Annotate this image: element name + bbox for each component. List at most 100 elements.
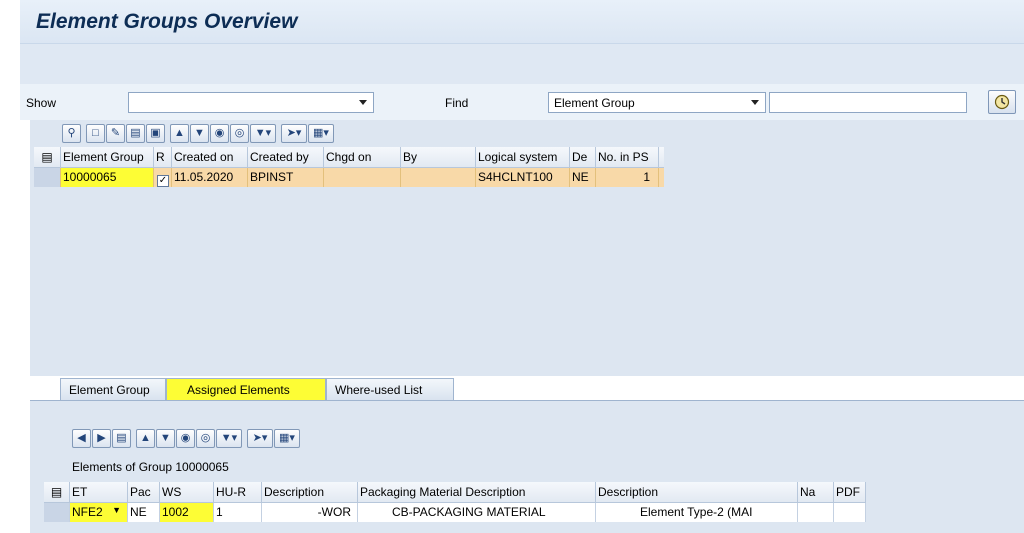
show-dropdown[interactable]: [128, 92, 374, 113]
find-next-button[interactable]: ◎: [230, 124, 249, 143]
tab-element-group[interactable]: Element Group: [60, 378, 166, 400]
col-chgd-on[interactable]: Chgd on: [324, 147, 401, 167]
binoculars-next-icon: ◎: [200, 432, 211, 444]
chevron-down-icon: [751, 100, 759, 105]
arrow-left-icon: ◀: [77, 432, 86, 444]
export-icon: ➤▾: [252, 432, 268, 444]
col-created-by[interactable]: Created by: [248, 147, 324, 167]
create-button[interactable]: □: [86, 124, 105, 143]
col-no-in-ps[interactable]: No. in PS: [596, 147, 659, 167]
cell-et-value: NFE2: [72, 505, 103, 519]
find-dropdown[interactable]: Element Group: [548, 92, 766, 113]
sort-descending-icon: ▼: [160, 432, 171, 444]
cell-logical-system[interactable]: S4HCLNT100: [476, 168, 570, 187]
select-all-icon[interactable]: ▤: [44, 482, 70, 502]
binoculars-icon: ◉: [214, 127, 225, 139]
element-group-grid: ▤ Element Group R Created on Created by …: [34, 147, 664, 187]
col-de[interactable]: De: [570, 147, 596, 167]
find-next-button[interactable]: ◎: [196, 429, 215, 448]
chevron-down-icon: [359, 100, 367, 105]
cell-created-on[interactable]: 11.05.2020: [172, 168, 248, 187]
filter-button[interactable]: ▼▾: [250, 124, 276, 143]
table-row[interactable]: 10000065 ✓ 11.05.2020 BPINST S4HCLNT100 …: [34, 168, 664, 187]
col-pac[interactable]: Pac: [128, 482, 160, 502]
cell-no-in-ps[interactable]: 1: [596, 168, 659, 187]
tab-where-used-list[interactable]: Where-used List: [326, 378, 454, 400]
export-button[interactable]: ➤▾: [247, 429, 273, 448]
row-selector[interactable]: [34, 168, 61, 187]
col-na[interactable]: Na: [798, 482, 834, 502]
find-label: Find: [445, 96, 469, 110]
cell-description[interactable]: -WOR: [262, 503, 358, 522]
table-row[interactable]: NFE2 ▼ NE 1002 1 -WOR CB-PACKAGING MATER…: [44, 503, 866, 522]
cell-et[interactable]: NFE2 ▼: [70, 503, 128, 522]
col-logical-system[interactable]: Logical system: [476, 147, 570, 167]
sort-ascending-button[interactable]: ▲: [136, 429, 155, 448]
chevron-down-icon[interactable]: ▼: [112, 505, 121, 515]
binoculars-icon: ◉: [180, 432, 191, 444]
filter-icon: ▼▾: [220, 432, 238, 444]
row-selector[interactable]: [44, 503, 70, 522]
save-icon: ▣: [150, 127, 161, 139]
cell-element-group[interactable]: 10000065: [61, 168, 154, 187]
col-description[interactable]: Description: [262, 482, 358, 502]
layout-button[interactable]: ▦▾: [308, 124, 334, 143]
col-et[interactable]: ET: [70, 482, 128, 502]
find-input[interactable]: [769, 92, 967, 113]
col-hu-r[interactable]: HU-R: [214, 482, 262, 502]
col-by[interactable]: By: [401, 147, 476, 167]
delete-button[interactable]: ▤: [126, 124, 145, 143]
export-button[interactable]: ➤▾: [281, 124, 307, 143]
checkbox-icon: ✓: [157, 175, 169, 187]
elements-toolbar: ◀ ▶ ▤ ▲ ▼ ◉ ◎ ▼▾ ➤▾ ▦▾: [72, 428, 301, 449]
cell-by[interactable]: [401, 168, 476, 187]
col-packaging-material-description[interactable]: Packaging Material Description: [358, 482, 596, 502]
magnifier-icon: ⚲: [67, 127, 76, 139]
col-r[interactable]: R: [154, 147, 172, 167]
new-document-icon: □: [92, 127, 99, 139]
col-ws[interactable]: WS: [160, 482, 214, 502]
sort-descending-button[interactable]: ▼: [190, 124, 209, 143]
select-all-icon[interactable]: ▤: [34, 147, 61, 167]
next-button[interactable]: ▶: [92, 429, 111, 448]
details-button[interactable]: ⚲: [62, 124, 81, 143]
previous-button[interactable]: ◀: [72, 429, 91, 448]
cell-pdf[interactable]: [834, 503, 866, 522]
change-button[interactable]: ✎: [106, 124, 125, 143]
cell-hu-r[interactable]: 1: [214, 503, 262, 522]
col-pdf[interactable]: PDF: [834, 482, 866, 502]
tab-assigned-elements[interactable]: Assigned Elements: [166, 378, 326, 400]
cell-pac[interactable]: NE: [128, 503, 160, 522]
grid-toolbar: ⚲ □ ✎ ▤ ▣ ▲ ▼ ◉ ◎ ▼▾ ➤▾ ▦▾: [62, 123, 335, 144]
cell-packaging-material-description[interactable]: CB-PACKAGING MATERIAL: [358, 503, 596, 522]
cell-chgd-on[interactable]: [324, 168, 401, 187]
assigned-elements-grid: ▤ ET Pac WS HU-R Description Packaging M…: [44, 482, 866, 522]
col-element-group[interactable]: Element Group: [61, 147, 154, 167]
cell-created-by[interactable]: BPINST: [248, 168, 324, 187]
layout-grid-icon: ▦▾: [279, 432, 295, 444]
col-description-2[interactable]: Description: [596, 482, 798, 502]
details-button[interactable]: ▤: [112, 429, 131, 448]
sort-ascending-button[interactable]: ▲: [170, 124, 189, 143]
show-label: Show: [26, 96, 57, 110]
cell-ws[interactable]: 1002: [160, 503, 214, 522]
col-created-on[interactable]: Created on: [172, 147, 248, 167]
find-button[interactable]: ◉: [210, 124, 229, 143]
layout-grid-icon: ▦▾: [313, 127, 329, 139]
sort-ascending-icon: ▲: [140, 432, 151, 444]
filter-icon: ▼▾: [254, 127, 272, 139]
sort-descending-button[interactable]: ▼: [156, 429, 175, 448]
binoculars-next-icon: ◎: [234, 127, 245, 139]
execute-button[interactable]: [988, 90, 1016, 114]
cell-na[interactable]: [798, 503, 834, 522]
layout-button[interactable]: ▦▾: [274, 429, 300, 448]
cell-de[interactable]: NE: [570, 168, 596, 187]
clock-execute-icon: [994, 94, 1010, 110]
save-button[interactable]: ▣: [146, 124, 165, 143]
cell-r[interactable]: ✓: [154, 168, 172, 187]
cell-description-2[interactable]: Element Type-2 (MAI: [596, 503, 798, 522]
page-title: Element Groups Overview: [36, 10, 298, 33]
arrow-right-icon: ▶: [97, 432, 106, 444]
filter-button[interactable]: ▼▾: [216, 429, 242, 448]
find-button[interactable]: ◉: [176, 429, 195, 448]
